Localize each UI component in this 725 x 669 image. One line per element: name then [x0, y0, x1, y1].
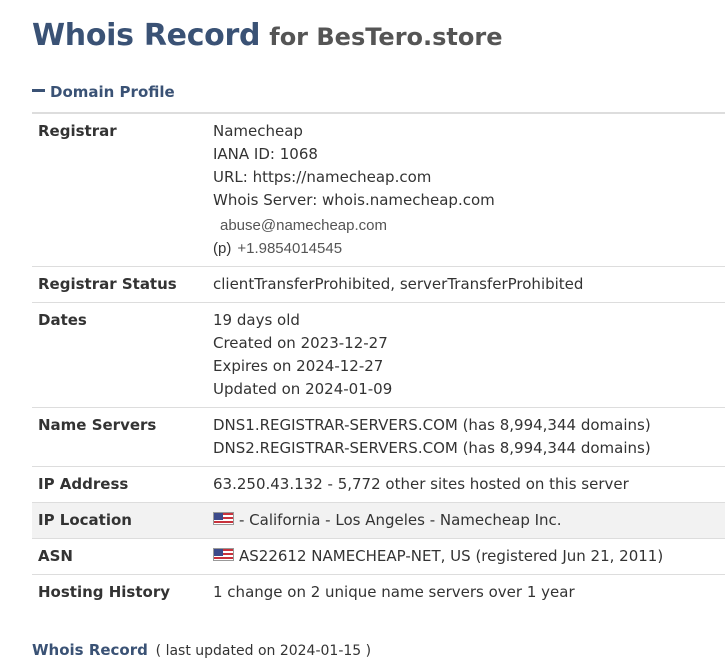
table-row-asn: ASN AS22612 NAMECHEAP-NET, US (registere… — [32, 538, 725, 575]
expires-date: Expires on 2024-12-27 — [213, 357, 384, 375]
table-row-ip-location: IP Location - California - Los Angeles -… — [32, 502, 725, 539]
page-title-domain: for BesTero.store — [269, 23, 503, 51]
updated-date: Updated on 2024-01-09 — [213, 380, 393, 398]
page-title: Whois Record for BesTero.store — [32, 18, 503, 53]
registrar-iana: IANA ID: 1068 — [213, 145, 318, 163]
registrar-phone: (p) +1.9854014545 — [213, 237, 719, 260]
registrar-status-value: clientTransferProhibited, serverTransfer… — [213, 275, 584, 293]
registrar-label: Registrar — [38, 122, 117, 140]
dates-value: 19 days old Created on 2023-12-27 Expire… — [201, 303, 725, 408]
minus-icon — [32, 89, 45, 92]
whois-record-link[interactable]: Whois Record — [32, 641, 148, 659]
asn-label: ASN — [38, 547, 73, 565]
registrar-url: URL: https://namecheap.com — [213, 168, 432, 186]
table-row-registrar: Registrar Namecheap IANA ID: 1068 URL: h… — [32, 113, 725, 267]
last-updated-note: ( last updated on 2024-01-15 ) — [155, 643, 372, 659]
ip-location-text: - California - Los Angeles - Namecheap I… — [239, 511, 562, 529]
footer: Whois Record ( last updated on 2024-01-1… — [32, 641, 371, 659]
name-server-2: DNS2.REGISTRAR-SERVERS.COM (has 8,994,34… — [213, 439, 651, 457]
name-servers-value: DNS1.REGISTRAR-SERVERS.COM (has 8,994,34… — [201, 408, 725, 467]
us-flag-icon — [213, 512, 234, 525]
ip-address-label: IP Address — [38, 475, 129, 493]
domain-profile-label: Domain Profile — [50, 83, 175, 101]
created-date: Created on 2023-12-27 — [213, 334, 388, 352]
name-server-1: DNS1.REGISTRAR-SERVERS.COM (has 8,994,34… — [213, 416, 651, 434]
registrar-email: abuse@namecheap.com — [220, 217, 387, 234]
ip-location-label: IP Location — [32, 502, 201, 539]
hosting-history-label: Hosting History — [38, 583, 171, 601]
hosting-history-value: 1 change on 2 unique name servers over 1… — [213, 583, 575, 601]
registrar-whois-server: Whois Server: whois.namecheap.com — [213, 191, 495, 209]
asn-value: AS22612 NAMECHEAP-NET, US (registered Ju… — [201, 539, 725, 575]
domain-profile-toggle[interactable]: Domain Profile — [32, 83, 175, 101]
table-row-dates: Dates 19 days old Created on 2023-12-27 … — [32, 302, 725, 408]
domain-profile-table: Registrar Namecheap IANA ID: 1068 URL: h… — [32, 112, 725, 610]
table-row-name-servers: Name Servers DNS1.REGISTRAR-SERVERS.COM … — [32, 407, 725, 467]
page-title-main: Whois Record — [32, 18, 261, 53]
table-row-registrar-status: Registrar Status clientTransferProhibite… — [32, 266, 725, 303]
registrar-value: Namecheap IANA ID: 1068 URL: https://nam… — [201, 113, 725, 267]
registrar-status-label: Registrar Status — [38, 275, 177, 293]
domain-age: 19 days old — [213, 311, 300, 329]
registrar-name: Namecheap — [213, 122, 303, 140]
table-row-hosting-history: Hosting History 1 change on 2 unique nam… — [32, 574, 725, 611]
table-row-ip-address: IP Address 63.250.43.132 - 5,772 other s… — [32, 466, 725, 503]
whois-page: Whois Record for BesTero.store Domain Pr… — [0, 0, 725, 669]
phone-label: (p) — [213, 240, 232, 257]
ip-location-value: - California - Los Angeles - Namecheap I… — [201, 502, 725, 539]
name-servers-label: Name Servers — [38, 416, 157, 434]
asn-text: AS22612 NAMECHEAP-NET, US (registered Ju… — [239, 547, 664, 565]
phone-number: +1.9854014545 — [237, 240, 343, 257]
us-flag-icon — [213, 548, 234, 561]
ip-address-value: 63.250.43.132 - 5,772 other sites hosted… — [213, 475, 629, 493]
dates-label: Dates — [38, 311, 87, 329]
